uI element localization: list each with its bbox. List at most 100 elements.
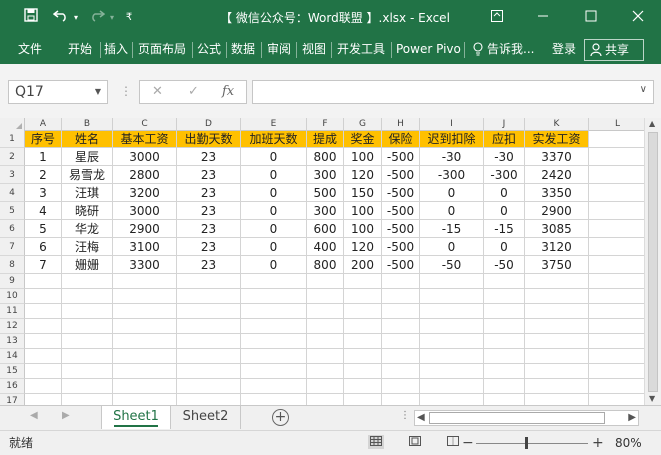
next-sheet-icon[interactable]: ▶ xyxy=(62,410,70,421)
table-cell[interactable]: -500 xyxy=(382,166,420,184)
scroll-right-icon[interactable]: ▶ xyxy=(628,411,636,425)
row-header-6[interactable]: 6 xyxy=(0,220,25,238)
table-header-cell[interactable]: 实发工资 xyxy=(525,131,589,148)
empty-cell[interactable] xyxy=(420,349,484,364)
empty-cell[interactable] xyxy=(344,394,382,405)
maximize-icon[interactable] xyxy=(580,0,602,36)
table-cell[interactable]: 4 xyxy=(25,202,62,220)
empty-cell[interactable] xyxy=(484,274,525,289)
insert-function-icon[interactable]: fx xyxy=(222,81,234,103)
table-cell[interactable]: 易雪龙 xyxy=(62,166,113,184)
empty-cell[interactable] xyxy=(241,289,307,304)
table-cell[interactable]: -500 xyxy=(382,184,420,202)
empty-cell[interactable] xyxy=(241,379,307,394)
empty-cell[interactable] xyxy=(62,334,113,349)
table-cell[interactable]: 23 xyxy=(177,166,241,184)
table-cell[interactable]: 0 xyxy=(420,202,484,220)
empty-cell[interactable] xyxy=(344,319,382,334)
prev-sheet-icon[interactable]: ◀ xyxy=(30,410,38,421)
table-cell[interactable]: 姗姗 xyxy=(62,256,113,274)
table-cell[interactable]: 0 xyxy=(241,148,307,166)
table-cell[interactable]: 23 xyxy=(177,238,241,256)
horizontal-scroll-thumb[interactable] xyxy=(429,412,605,424)
table-header-cell[interactable]: 加班天数 xyxy=(241,131,307,148)
table-cell[interactable]: 2800 xyxy=(113,166,177,184)
empty-cell[interactable] xyxy=(382,319,420,334)
column-header-i[interactable]: I xyxy=(420,118,484,131)
empty-cell[interactable] xyxy=(484,364,525,379)
table-header-cell[interactable]: 迟到扣除 xyxy=(420,131,484,148)
more-options-icon[interactable]: ⋮ xyxy=(120,84,132,98)
empty-cell[interactable] xyxy=(589,364,647,379)
tab-insert[interactable]: 插入 xyxy=(104,36,128,64)
table-header-cell[interactable]: 姓名 xyxy=(62,131,113,148)
empty-cell[interactable] xyxy=(62,394,113,405)
table-cell[interactable]: 100 xyxy=(344,202,382,220)
table-cell[interactable]: 5 xyxy=(25,220,62,238)
column-header-c[interactable]: C xyxy=(113,118,177,131)
row-header-4[interactable]: 4 xyxy=(0,184,25,202)
table-cell[interactable]: 汪梅 xyxy=(62,238,113,256)
empty-cell[interactable] xyxy=(382,364,420,379)
table-cell[interactable]: 3000 xyxy=(113,148,177,166)
empty-cell[interactable] xyxy=(589,334,647,349)
table-cell[interactable]: 3000 xyxy=(113,202,177,220)
empty-cell[interactable] xyxy=(113,394,177,405)
table-cell[interactable]: 150 xyxy=(344,184,382,202)
empty-cell[interactable] xyxy=(177,349,241,364)
row-header-10[interactable]: 10 xyxy=(0,289,25,304)
row-header-14[interactable]: 14 xyxy=(0,349,25,364)
empty-cell[interactable] xyxy=(307,289,344,304)
empty-cell[interactable] xyxy=(344,274,382,289)
table-cell[interactable]: -300 xyxy=(420,166,484,184)
table-cell[interactable]: 2420 xyxy=(525,166,589,184)
column-header-k[interactable]: K xyxy=(525,118,589,131)
empty-cell[interactable] xyxy=(525,349,589,364)
row-header-17[interactable]: 17 xyxy=(0,394,25,405)
table-header-cell[interactable]: 保险 xyxy=(382,131,420,148)
column-header-l[interactable]: L xyxy=(589,118,647,131)
redo-dropdown-icon[interactable]: ▾ xyxy=(108,0,116,36)
row-header-9[interactable]: 9 xyxy=(0,274,25,289)
empty-cell[interactable] xyxy=(484,394,525,405)
table-cell[interactable]: 0 xyxy=(241,202,307,220)
empty-cell[interactable] xyxy=(344,289,382,304)
empty-cell[interactable] xyxy=(307,304,344,319)
empty-cell[interactable] xyxy=(525,304,589,319)
tab-home[interactable]: 开始 xyxy=(68,36,92,64)
empty-cell[interactable] xyxy=(525,289,589,304)
row-header-15[interactable]: 15 xyxy=(0,364,25,379)
empty-cell[interactable] xyxy=(62,274,113,289)
table-cell[interactable]: -500 xyxy=(382,148,420,166)
empty-cell[interactable] xyxy=(241,334,307,349)
table-cell[interactable]: 300 xyxy=(307,202,344,220)
zoom-level[interactable]: 80% xyxy=(615,431,642,455)
table-cell[interactable]: -300 xyxy=(484,166,525,184)
scroll-up-icon[interactable]: ▲ xyxy=(649,119,655,128)
table-cell[interactable]: 3 xyxy=(25,184,62,202)
empty-cell[interactable] xyxy=(382,274,420,289)
formula-input[interactable]: ∨ xyxy=(252,80,654,104)
empty-cell[interactable] xyxy=(62,289,113,304)
empty-cell[interactable] xyxy=(177,334,241,349)
table-cell[interactable]: -30 xyxy=(420,148,484,166)
table-cell[interactable]: -500 xyxy=(382,256,420,274)
empty-cell[interactable] xyxy=(113,379,177,394)
table-cell[interactable]: -500 xyxy=(382,202,420,220)
empty-cell[interactable] xyxy=(307,364,344,379)
empty-cell[interactable] xyxy=(25,319,62,334)
empty-cell[interactable] xyxy=(382,334,420,349)
sheet-tab-sheet1[interactable]: Sheet1 xyxy=(101,406,171,429)
table-cell[interactable]: 3350 xyxy=(525,184,589,202)
empty-cell[interactable] xyxy=(241,394,307,405)
empty-cell[interactable] xyxy=(589,148,647,166)
empty-cell[interactable] xyxy=(525,274,589,289)
table-header-cell[interactable]: 基本工资 xyxy=(113,131,177,148)
table-cell[interactable]: 汪琪 xyxy=(62,184,113,202)
table-cell[interactable]: 0 xyxy=(420,238,484,256)
empty-cell[interactable] xyxy=(420,364,484,379)
empty-cell[interactable] xyxy=(589,304,647,319)
empty-cell[interactable] xyxy=(25,349,62,364)
sign-in-link[interactable]: 登录 xyxy=(552,36,576,64)
table-cell[interactable]: 0 xyxy=(241,256,307,274)
